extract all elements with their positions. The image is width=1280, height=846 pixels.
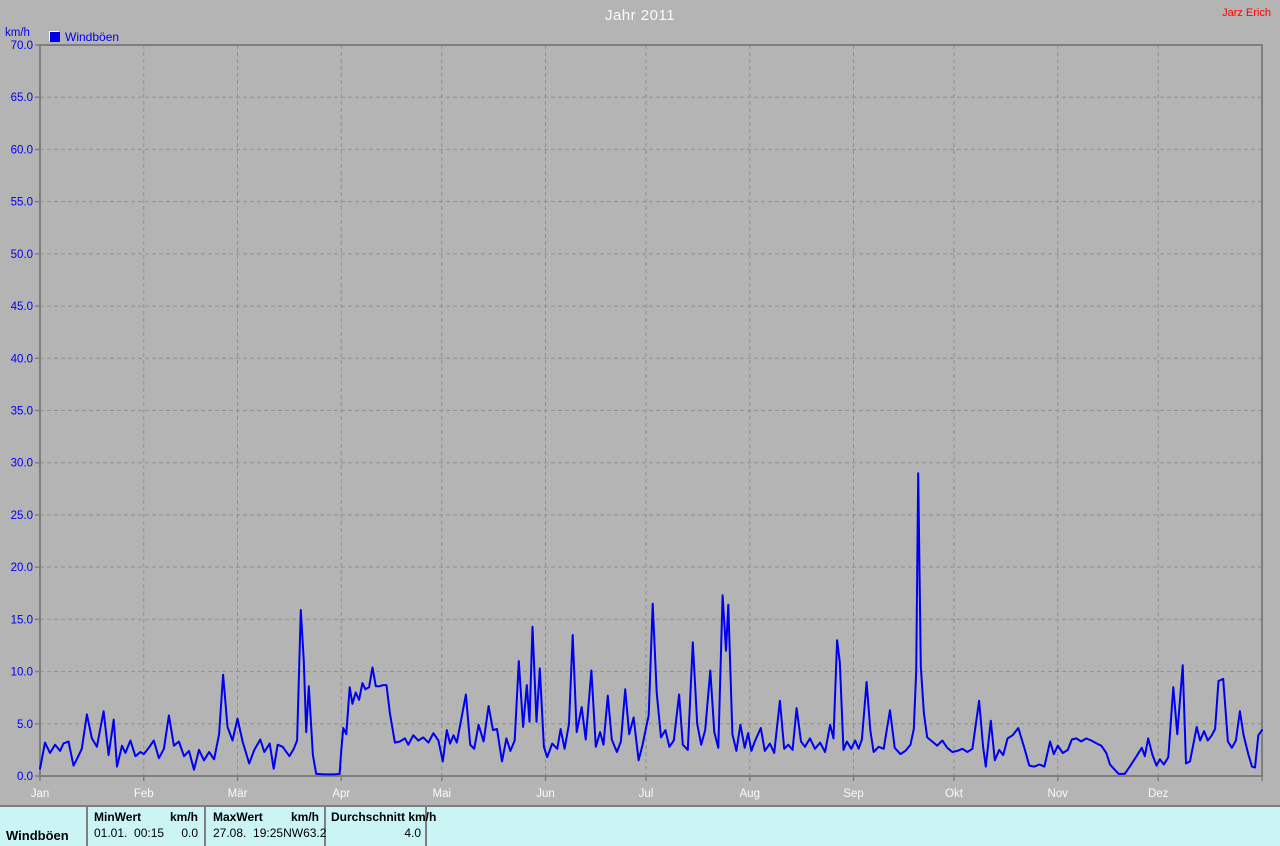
series-name-text: Windböen [6,828,69,843]
y-axis-tick-label: 5.0 [17,719,33,731]
stats-max-cell: MaxWert km/h 27.08. 19:25NW 63.2 [213,807,326,846]
x-axis-month-label: Jul [639,788,654,800]
stats-avg-cell: Durchschnitt km/h 4.0 [331,807,436,846]
y-axis-tick-label: 10.0 [11,667,33,679]
y-axis-tick-label: 70.0 [11,40,33,52]
max-date-direction: 27.08. 19:25NW [213,826,304,840]
y-axis-tick-label: 60.0 [11,144,33,156]
min-unit: km/h [169,810,198,824]
max-unit: km/h [290,810,319,824]
y-axis-tick-label: 20.0 [11,562,33,574]
max-header: MaxWert [213,810,263,824]
min-header: MinWert [94,810,142,824]
table-divider [86,807,88,846]
y-axis-tick-label: 65.0 [11,92,33,104]
x-axis-month-label: Apr [332,788,350,800]
avg-value: 4.0 [404,826,421,840]
x-axis-month-label: Mär [228,788,248,800]
y-axis-tick-label: 15.0 [11,614,33,626]
x-axis-month-label: Feb [134,788,154,800]
x-axis-month-label: Dez [1148,788,1169,800]
x-axis-month-label: Mai [432,788,451,800]
y-axis-tick-label: 25.0 [11,510,33,522]
y-axis-tick-label: 35.0 [11,406,33,418]
x-axis-month-label: Nov [1048,788,1069,800]
x-axis-month-label: Sep [843,788,863,800]
wind-gust-line-chart[interactable]: 0.0 5.0 10.0 15.0 20.0 25.0 30.0 35.0 40.0 45.0 50… [0,0,1280,805]
max-value: 63.2 [303,826,327,840]
wind-gust-data-line [39,472,1263,776]
y-axis-tick-label: 50.0 [11,249,33,261]
x-axis-month-label: Okt [945,788,964,800]
y-axis-tick-label: 45.0 [11,301,33,313]
min-date: 01.01. 00:15 [94,826,165,840]
y-axis-tick-label: 30.0 [11,458,33,470]
y-axis-tick-label: 55.0 [11,197,33,209]
x-axis-month-label: Aug [740,788,760,800]
weather-report-window: { "header": { "title": "Jahr 2011", "cre… [0,0,1280,846]
avg-header: Durchschnitt km/h [331,810,437,824]
y-axis-tick-label: 0.0 [17,771,33,783]
stats-row-label: Windböen [6,807,82,846]
y-axis-tick-label: 40.0 [11,353,33,365]
stats-min-cell: MinWert km/h 01.01. 00:15 0.0 [94,807,198,846]
x-axis-month-label: Jan [31,788,50,800]
min-value: 0.0 [181,826,198,840]
x-axis-month-label: Jun [536,788,555,800]
table-divider [204,807,206,846]
stats-table: Windböen MinWert km/h 01.01. 00:15 0.0 M… [0,805,1280,846]
